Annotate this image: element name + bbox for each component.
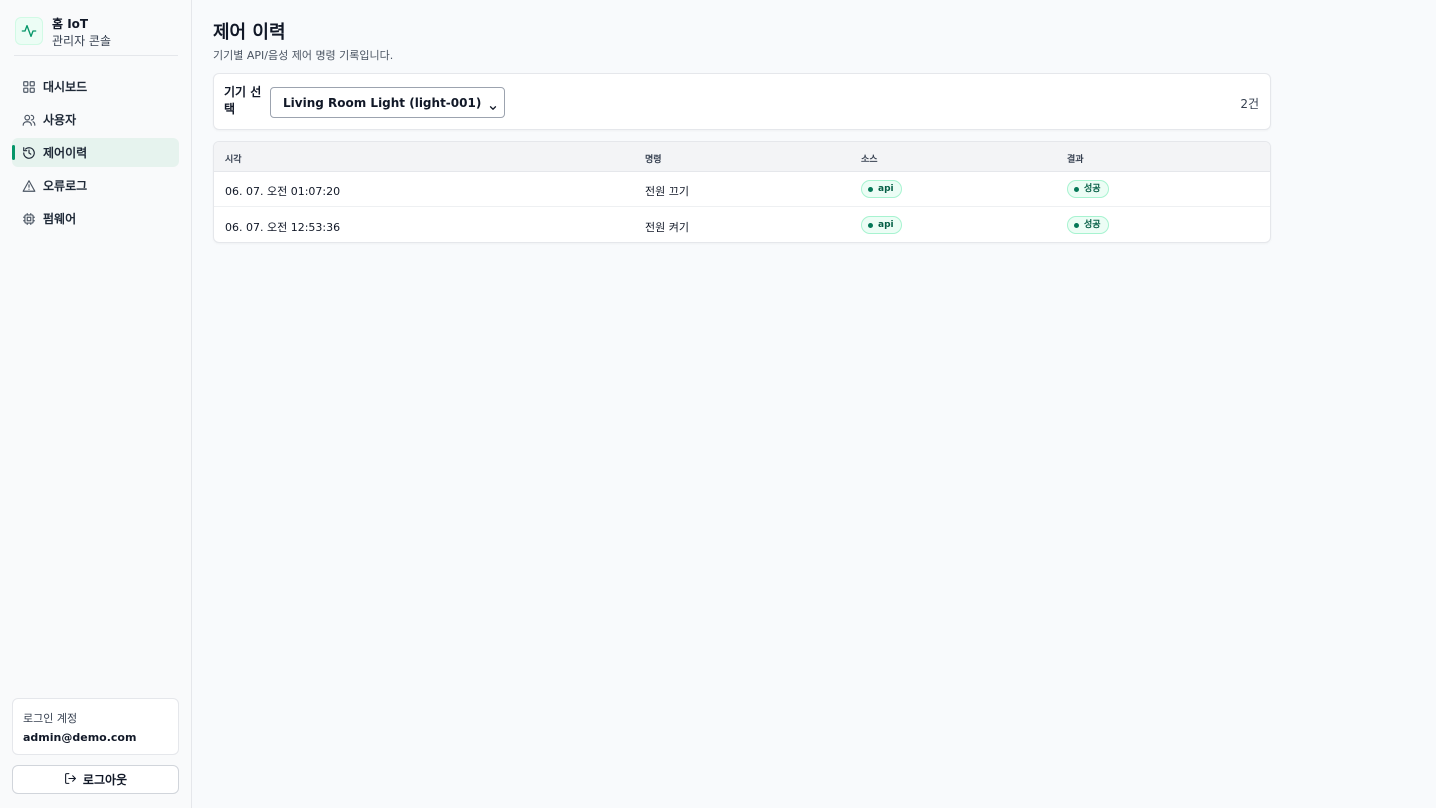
sidebar-item-dashboard[interactable]: 대시보드 (12, 72, 179, 101)
header-source: 소스 (861, 155, 878, 165)
logout-icon (64, 770, 77, 789)
header-command: 명령 (645, 155, 662, 165)
sidebar-item-users[interactable]: 사용자 (12, 105, 179, 134)
device-select-value: Living Room Light (light-001) (283, 95, 482, 110)
sidebar-item-error-log[interactable]: 오류로그 (12, 171, 179, 200)
sidebar-nav: 대시보드 사용자 제어이력 오류로그 펌웨어 (12, 72, 179, 237)
sidebar-item-label: 펌웨어 (43, 212, 77, 226)
cell-command: 전원 켜기 (645, 221, 689, 234)
table-header: 시각 명령 소스 결과 (214, 142, 1270, 172)
page-subtitle: 기기별 API/음성 제어 명령 기록입니다. (213, 49, 394, 62)
sidebar-item-label: 오류로그 (43, 179, 88, 193)
page-title: 제어 이력 (213, 22, 286, 43)
cell-time: 06. 07. 오전 01:07:20 (225, 185, 341, 198)
cell-time: 06. 07. 오전 12:53:36 (225, 221, 341, 234)
dashboard-grid-icon (22, 80, 36, 94)
account-card: 로그인 계정 admin@demo.com (12, 698, 179, 755)
device-filter-card: 기기 선택 Living Room Light (light-001) 2건 (213, 73, 1271, 130)
sidebar-item-label: 제어이력 (43, 146, 88, 160)
brand-subtitle: 관리자 콘솔 (52, 34, 112, 48)
result-badge: 성공 (1067, 216, 1109, 234)
sidebar-item-control-history[interactable]: 제어이력 (12, 138, 179, 167)
logout-button[interactable]: 로그아웃 (12, 765, 179, 794)
warning-triangle-icon (22, 179, 36, 193)
sidebar: 홈 IoT 관리자 콘솔 대시보드 사용자 제어이력 오류로그 펌웨어 로그인 … (0, 0, 192, 808)
source-badge: api (861, 180, 902, 198)
brand: 홈 IoT 관리자 콘솔 (14, 14, 178, 56)
history-icon (22, 146, 36, 160)
header-time: 시각 (225, 155, 242, 165)
activity-icon (15, 17, 43, 45)
device-select[interactable]: Living Room Light (light-001) (270, 87, 505, 118)
account-email: admin@demo.com (23, 731, 137, 744)
account-label: 로그인 계정 (23, 712, 78, 725)
result-badge: 성공 (1067, 180, 1109, 198)
sidebar-item-label: 사용자 (43, 113, 77, 127)
control-history-table: 시각 명령 소스 결과 06. 07. 오전 01:07:20 전원 끄기 ap… (213, 141, 1271, 243)
table-row: 06. 07. 오전 12:53:36 전원 켜기 api 성공 (214, 208, 1270, 242)
table-row: 06. 07. 오전 01:07:20 전원 끄기 api 성공 (214, 172, 1270, 207)
cell-command: 전원 끄기 (645, 185, 689, 198)
chip-icon (22, 212, 36, 226)
device-select-label: 기기 선택 (224, 85, 262, 116)
header-result: 결과 (1067, 155, 1084, 165)
logout-label: 로그아웃 (82, 773, 128, 787)
users-icon (22, 113, 36, 127)
chevron-down-icon (488, 98, 498, 110)
sidebar-item-label: 대시보드 (43, 80, 88, 94)
record-count: 2건 (1240, 97, 1259, 111)
source-badge: api (861, 216, 902, 234)
brand-title: 홈 IoT (52, 17, 89, 31)
sidebar-item-firmware[interactable]: 펌웨어 (12, 204, 179, 233)
